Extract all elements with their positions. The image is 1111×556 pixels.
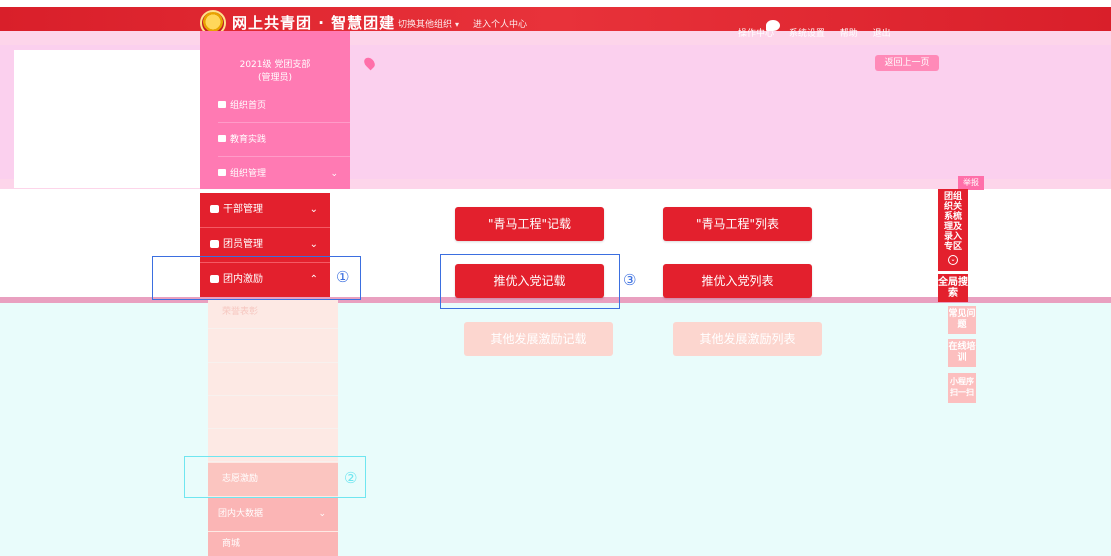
header-right-links: 操作中心 系统设置 帮助 退出 — [738, 26, 903, 39]
sidebar-item-mall[interactable]: 商城 — [208, 532, 338, 556]
switch-org-link[interactable]: 切换其他组织 ▾ — [398, 17, 459, 30]
message-bubble-icon[interactable] — [766, 20, 780, 31]
submenu-item-honor[interactable]: 荣誉表彰 — [208, 296, 338, 329]
personal-center-link[interactable]: 进入个人中心 — [473, 17, 527, 30]
system-settings-link[interactable]: 系统设置 — [789, 29, 825, 39]
screen: 网上共青团 · 智慧团建 切换其他组织 ▾ 进入个人中心 操作中心 系统设置 帮助… — [0, 0, 1111, 556]
report-tag[interactable]: 举报 — [958, 176, 984, 190]
qingma-record-button[interactable]: "青马工程"记载 — [455, 207, 604, 241]
people-icon — [210, 240, 219, 248]
site-title: 网上共青团 · 智慧团建 — [232, 14, 396, 32]
org-role: (管理员) — [257, 73, 293, 83]
org-relation-entry-label: 团组织关系梳理及录入专区 — [943, 192, 962, 252]
sidebar-upper: 2021级 党团支部 (管理员) 组织首页 教育实践 组织管理 ⌄ — [200, 31, 350, 191]
submenu-item[interactable] — [208, 330, 338, 363]
back-button[interactable]: 返回上一页 — [875, 55, 939, 71]
org-name-line1: 2021级 党团支部 — [239, 60, 311, 70]
online-training-button[interactable]: 在线培训 — [948, 339, 976, 367]
chevron-circle-icon: ⌄ — [948, 255, 958, 265]
annotation-number-1: ① — [336, 268, 350, 286]
blank-panel — [14, 50, 200, 188]
faq-button[interactable]: 常见问题 — [948, 306, 976, 334]
sidebar-item-big-data[interactable]: 团内大数据 ⌄ — [208, 497, 338, 531]
annotation-box-2 — [184, 456, 366, 498]
chevron-down-icon: ⌄ — [309, 204, 318, 215]
sidebar-item-education[interactable]: 教育实践 — [218, 123, 350, 157]
other-record-button[interactable]: 其他发展激励记载 — [464, 322, 613, 356]
global-search-button[interactable]: 全局搜索 — [938, 274, 968, 302]
people-icon — [210, 205, 219, 213]
annotation-box-1 — [152, 256, 361, 300]
logout-link[interactable]: 退出 — [873, 29, 891, 39]
home-icon — [218, 101, 226, 108]
tuiyou-list-button[interactable]: 推优入党列表 — [663, 264, 812, 298]
qingma-list-button[interactable]: "青马工程"列表 — [663, 207, 812, 241]
top-header-bar — [0, 7, 1111, 31]
chevron-down-icon: ⌄ — [330, 169, 338, 179]
sidebar-item-org-manage[interactable]: 组织管理 ⌄ — [218, 157, 350, 191]
other-list-button[interactable]: 其他发展激励列表 — [673, 322, 822, 356]
miniprogram-button[interactable]: 小程序扫一扫 — [948, 373, 976, 403]
submenu-item[interactable] — [208, 363, 338, 396]
submenu-item[interactable] — [208, 396, 338, 429]
org-relation-entry-button[interactable]: 团组织关系梳理及录入专区 ⌄ — [938, 189, 968, 271]
org-name: 2021级 党团支部 (管理员) — [200, 59, 350, 85]
sidebar-item-org-home[interactable]: 组织首页 — [218, 89, 350, 123]
annotation-number-2: ② — [344, 469, 358, 487]
sidebar-item-cadre[interactable]: 干部管理 ⌄ — [200, 193, 330, 227]
chevron-down-icon: ▾ — [455, 20, 460, 29]
annotation-box-3 — [440, 254, 620, 309]
folder-icon — [218, 135, 226, 142]
annotation-number-3: ③ — [623, 271, 637, 289]
help-link[interactable]: 帮助 — [840, 29, 858, 39]
org-chart-icon — [218, 169, 226, 176]
chevron-down-icon: ⌄ — [318, 509, 326, 519]
